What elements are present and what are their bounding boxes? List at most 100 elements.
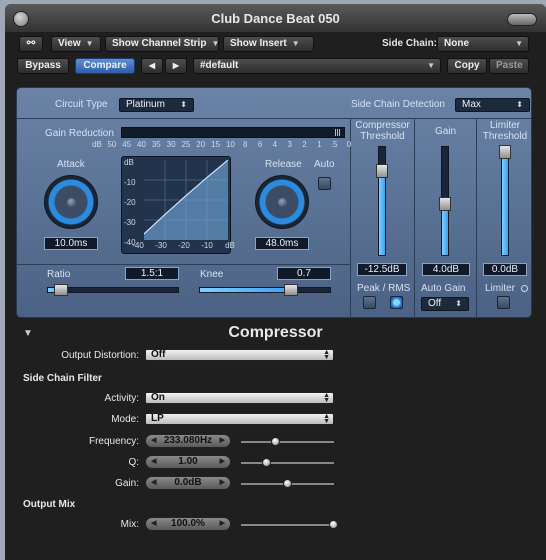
release-label: Release — [265, 159, 302, 170]
release-knob[interactable] — [255, 175, 309, 229]
compressor-threshold-fill — [379, 170, 385, 255]
decrement-icon[interactable]: ◀ — [151, 456, 156, 468]
attack-knob[interactable] — [44, 175, 98, 229]
mix-slider[interactable] — [241, 520, 338, 529]
release-value[interactable]: 48.0ms — [255, 237, 309, 250]
knee-value[interactable]: 0.7 — [277, 267, 331, 280]
activity-select[interactable]: On ▲ ▼ — [145, 392, 334, 404]
limiter-checkbox[interactable] — [497, 296, 510, 309]
q-field[interactable]: ◀ 1.00 ▶ — [145, 455, 231, 469]
next-preset-button[interactable]: ▶ — [165, 58, 187, 74]
scale-tick-label: 15 — [211, 140, 221, 149]
decrement-icon[interactable]: ◀ — [151, 518, 156, 530]
scale-tick-label: dB — [92, 140, 102, 149]
ratio-label: Ratio — [47, 269, 71, 280]
gain-value[interactable]: 4.0dB — [422, 263, 470, 276]
knee-slider[interactable] — [199, 284, 331, 296]
frequency-field[interactable]: ◀ 233.080Hz ▶ — [145, 434, 231, 448]
auto-release-label: Auto — [314, 159, 335, 170]
plugin-window: Club Dance Beat 050 ⚯ View ▼ Show Channel… — [5, 4, 546, 560]
increment-icon[interactable]: ▶ — [220, 456, 225, 468]
transfer-curve — [144, 160, 228, 240]
updown-icon: ▲ ▼ — [323, 413, 330, 425]
frequency-slider-knob[interactable] — [271, 437, 281, 446]
divider — [476, 118, 477, 317]
paste-button[interactable]: Paste — [489, 58, 529, 74]
ratio-slider-thumb[interactable] — [54, 284, 68, 296]
mode-select[interactable]: LP ▲ ▼ — [145, 413, 334, 425]
bypass-button[interactable]: Bypass — [17, 58, 69, 74]
filter-gain-slider[interactable] — [241, 479, 334, 488]
mix-slider-knob[interactable] — [329, 520, 338, 529]
increment-icon[interactable]: ▶ — [220, 518, 225, 530]
gain-slider[interactable] — [439, 146, 451, 256]
limiter-threshold-value[interactable]: 0.0dB — [483, 263, 527, 276]
ratio-value[interactable]: 1.5:1 — [125, 267, 179, 280]
side-chain-detection-select[interactable]: Max ⬍ — [455, 98, 530, 112]
limiter-threshold-label: Limiter Threshold — [477, 120, 531, 142]
frequency-label: Frequency: — [88, 436, 139, 447]
compressor-threshold-slider[interactable] — [376, 146, 388, 256]
show-insert-menu[interactable]: Show Insert ▼ — [223, 36, 314, 52]
frequency-slider[interactable] — [241, 437, 334, 446]
divider — [17, 118, 531, 119]
updown-icon: ⬍ — [516, 100, 523, 109]
activity-label: Activity: — [104, 393, 139, 404]
ratio-slider[interactable] — [47, 284, 179, 296]
increment-icon[interactable]: ▶ — [220, 435, 225, 447]
compressor-threshold-value[interactable]: -12.5dB — [357, 263, 407, 276]
chevron-down-icon: ▼ — [85, 39, 94, 48]
scale-tick-label: 10 — [225, 140, 235, 149]
decrement-icon[interactable]: ◀ — [151, 435, 156, 447]
rms-checkbox[interactable] — [390, 296, 403, 309]
decrement-icon[interactable]: ◀ — [151, 477, 156, 489]
q-slider-knob[interactable] — [262, 458, 272, 467]
circuit-type-label: Circuit Type — [55, 99, 108, 110]
knee-slider-thumb[interactable] — [284, 284, 298, 296]
show-channel-strip-menu[interactable]: Show Channel Strip ▼ — [105, 36, 219, 52]
scale-tick-label: 45 — [122, 140, 132, 149]
gain-reduction-scale: dB 50 45 40 35 30 25 20 15 10 8 6 4 3 2 1.5 0 — [92, 140, 351, 150]
title-bar[interactable]: Club Dance Beat 050 — [5, 4, 546, 32]
q-label: Q: — [128, 457, 139, 468]
limiter-threshold-slider[interactable] — [499, 145, 511, 256]
toolbar-toggle-button[interactable] — [507, 13, 537, 26]
mix-field[interactable]: ◀ 100.0% ▶ — [145, 517, 231, 531]
filter-gain-label: Gain: — [115, 478, 139, 489]
auto-release-checkbox[interactable] — [318, 177, 331, 190]
limiter-threshold-thumb[interactable] — [499, 145, 511, 159]
scale-tick-label: -10 — [201, 241, 213, 250]
window-title: Club Dance Beat 050 — [211, 11, 340, 26]
increment-icon[interactable]: ▶ — [220, 477, 225, 489]
label-line: Threshold — [360, 131, 405, 142]
scale-tick-label: dB — [225, 241, 235, 250]
filter-gain-slider-knob[interactable] — [282, 479, 292, 488]
circuit-type-select[interactable]: Platinum ⬍ — [119, 98, 194, 112]
preset-menu[interactable]: #default ▼ — [193, 58, 441, 74]
compare-button[interactable]: Compare — [75, 58, 135, 74]
updown-icon: ▲ ▼ — [323, 392, 330, 404]
scale-tick-label: 30 — [166, 140, 176, 149]
scale-tick-label: -40 — [132, 241, 144, 250]
scale-tick-label: dB — [124, 158, 134, 168]
peak-checkbox[interactable] — [363, 296, 376, 309]
auto-gain-select[interactable]: Off ⬍ — [421, 297, 469, 311]
extended-heading: Compressor — [228, 324, 323, 341]
copy-button[interactable]: Copy — [447, 58, 487, 74]
side-chain-select[interactable]: None ▼ — [437, 36, 529, 52]
output-distortion-select[interactable]: Off ▲ ▼ — [145, 349, 334, 361]
attack-value[interactable]: 10.0ms — [44, 237, 98, 250]
view-menu[interactable]: View ▼ — [51, 36, 101, 52]
scale-tick-label: 40 — [137, 140, 146, 149]
previous-preset-button[interactable]: ◀ — [141, 58, 163, 74]
compressor-threshold-thumb[interactable] — [376, 163, 388, 178]
scale-tick-label: -20 — [124, 198, 136, 208]
gain-thumb[interactable] — [439, 197, 451, 212]
gain-fill — [442, 204, 448, 255]
mix-value: 100.0% — [171, 518, 205, 529]
filter-gain-field[interactable]: ◀ 0.0dB ▶ — [145, 476, 231, 490]
q-slider[interactable] — [241, 458, 334, 467]
side-chain-detection-label: Side Chain Detection — [351, 99, 445, 110]
output-distortion-label: Output Distortion: — [61, 350, 139, 361]
link-button[interactable]: ⚯ — [19, 36, 43, 52]
